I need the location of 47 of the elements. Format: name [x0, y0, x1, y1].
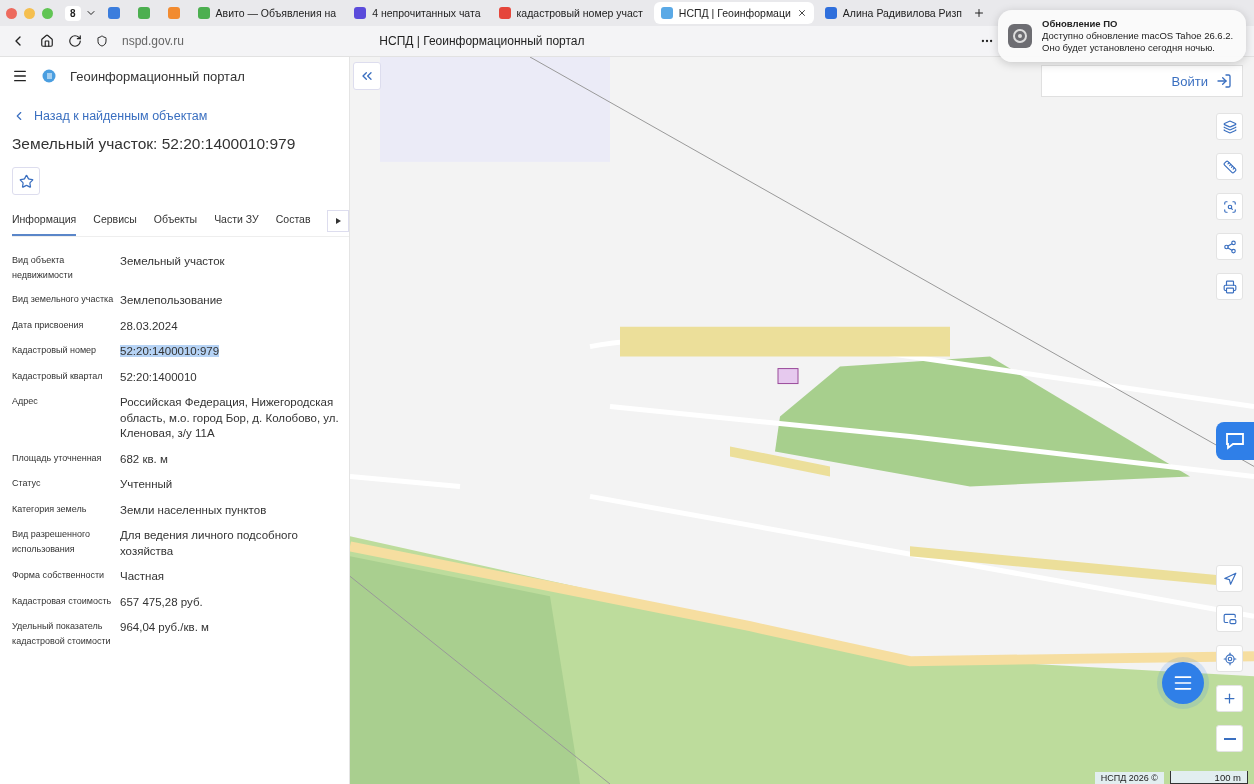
tab[interactable]: Сервисы	[93, 205, 137, 236]
field-value: Для ведения личного подсобного хозяйства	[120, 529, 298, 557]
notification-body: Доступно обновление macOS Tahoe 26.6.2. Оно будет установлено сегодня ночью.	[1042, 30, 1234, 54]
browser-tab[interactable]: кадастровый номер участ	[491, 2, 650, 24]
field-label: Удельный показатель кадастровой стоимости	[12, 620, 112, 648]
field-value: Земельный участок	[120, 255, 225, 267]
browser-tab[interactable]: НСПД | Геоинформаци	[653, 2, 814, 24]
field-label: Кадастровый номер	[12, 344, 98, 357]
scale-bar: 100 m	[1170, 771, 1248, 784]
tab[interactable]: Состав	[275, 205, 311, 236]
field-value: 657 475,28 руб.	[120, 595, 203, 608]
field-label: Кадастровая стоимость	[12, 594, 113, 608]
field-label: Площадь уточненная	[12, 451, 103, 465]
browser-tab[interactable]: Алина Радивилова Ризп	[817, 2, 969, 24]
field-value: Землепользование	[120, 294, 223, 306]
field-value: Учтенный	[120, 478, 173, 490]
field-label: Категория земель	[12, 502, 88, 516]
field-label: Вид объекта недвижимости	[12, 254, 74, 282]
address-field[interactable]: nspd.gov.ru	[122, 34, 184, 48]
object-heading: Земельный участок: 52:20:1400010:979	[12, 135, 297, 153]
field-value: 52:20:1400010	[120, 370, 197, 383]
field-label: Кадастровый квартал	[12, 369, 104, 383]
tab[interactable]: Объекты	[153, 205, 198, 236]
field-value: Частная	[120, 570, 165, 582]
notification-title: Обновление ПО	[1042, 18, 1119, 30]
tab-count-badge: 8	[65, 5, 81, 21]
field-label: Статус	[12, 477, 42, 490]
field-value: 52:20:1400010:979	[120, 345, 220, 357]
login-button[interactable]: Войти	[1041, 65, 1243, 97]
field-value: 682 кв. м	[120, 452, 168, 465]
field-value: 28.03.2024	[120, 319, 178, 332]
field-label: Вид разрешенного использования	[12, 528, 92, 556]
tab[interactable]: Информация	[12, 205, 77, 236]
page-title: НСПД | Геоинформационный портал	[379, 34, 585, 48]
field-label: Вид земельного участка	[12, 293, 115, 306]
field-value: Земли населенных пунктов	[120, 503, 267, 516]
app-title: Геоинформационный портал	[70, 68, 245, 84]
field-label: Адрес	[12, 395, 39, 408]
field-value: Российская Федерация, Нижегородская область, м.о. город Бор, д. Колобово, ул. Кленовая, з/у 11А	[120, 396, 339, 439]
back-link[interactable]: Назад к найденным объектам	[12, 109, 349, 123]
map-attribution: НСПД 2026 ©	[1094, 772, 1164, 784]
field-label: Дата присвоения	[12, 318, 85, 332]
browser-tab[interactable]: Авито — Объявления на	[190, 2, 344, 24]
field-label: Форма собственности	[12, 569, 106, 582]
tab[interactable]: Части ЗУ	[214, 205, 259, 236]
field-value: 964,04 руб./кв. м	[120, 621, 209, 633]
browser-tab[interactable]: 4 непрочитанных чата	[347, 2, 488, 24]
